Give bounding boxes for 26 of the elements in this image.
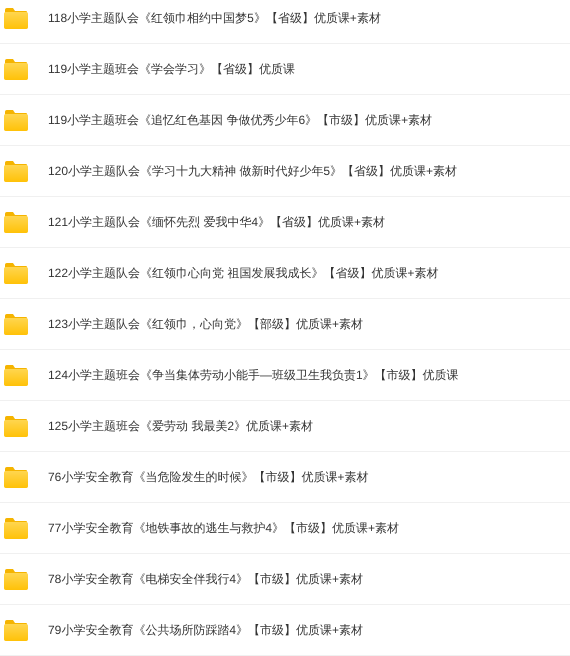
folder-name[interactable]: 124小学主题班会《争当集体劳动小能手—班级卫生我负责1》【市级】优质课 xyxy=(48,366,459,384)
folder-icon xyxy=(4,160,28,182)
folder-icon xyxy=(4,620,28,640)
folder-name[interactable]: 125小学主题班会《爱劳动 我最美2》优质课+素材 xyxy=(48,418,314,434)
folder-icon xyxy=(4,8,28,28)
folder-name[interactable]: 78小学安全教育《电梯安全伴我行4》【市级】优质课+素材 xyxy=(48,570,364,588)
folder-name[interactable]: 123小学主题队会《红领巾，心向党》【部级】优质课+素材 xyxy=(48,316,364,332)
folder-icon xyxy=(4,262,28,284)
folder-icon xyxy=(4,58,28,80)
folder-name[interactable]: 122小学主题队会《红领巾心向党 祖国发展我成长》【省级】优质课+素材 xyxy=(48,264,438,282)
folder-icon xyxy=(4,110,28,130)
folder-name[interactable]: 79小学安全教育《公共场所防踩踏4》【市级】优质课+素材 xyxy=(48,622,364,638)
folder-icon xyxy=(4,314,28,334)
folder-name[interactable]: 76小学安全教育《当危险发生的时候》【市级】优质课+素材 xyxy=(48,468,368,486)
folder-name[interactable]: 120小学主题队会《学习十九大精神 做新时代好少年5》【省级】优质课+素材 xyxy=(48,162,458,180)
folder-icon xyxy=(4,416,28,436)
folder-icon xyxy=(4,568,28,590)
folder-name[interactable]: 121小学主题队会《缅怀先烈 爱我中华4》【省级】优质课+素材 xyxy=(48,214,386,230)
folder-name[interactable]: 119小学主题班会《学会学习》【省级】优质课 xyxy=(48,60,296,78)
folder-name[interactable]: 118小学主题队会《红领巾相约中国梦5》【省级】优质课+素材 xyxy=(48,10,381,26)
folder-icon xyxy=(4,212,28,232)
folder-icon xyxy=(4,466,28,488)
folder-icon xyxy=(4,518,28,538)
folder-name[interactable]: 77小学安全教育《地铁事故的逃生与救护4》【市级】优质课+素材 xyxy=(48,520,400,536)
folder-name[interactable]: 119小学主题班会《追忆红色基因 争做优秀少年6》【市级】优质课+素材 xyxy=(48,112,432,128)
folder-icon xyxy=(4,364,28,386)
